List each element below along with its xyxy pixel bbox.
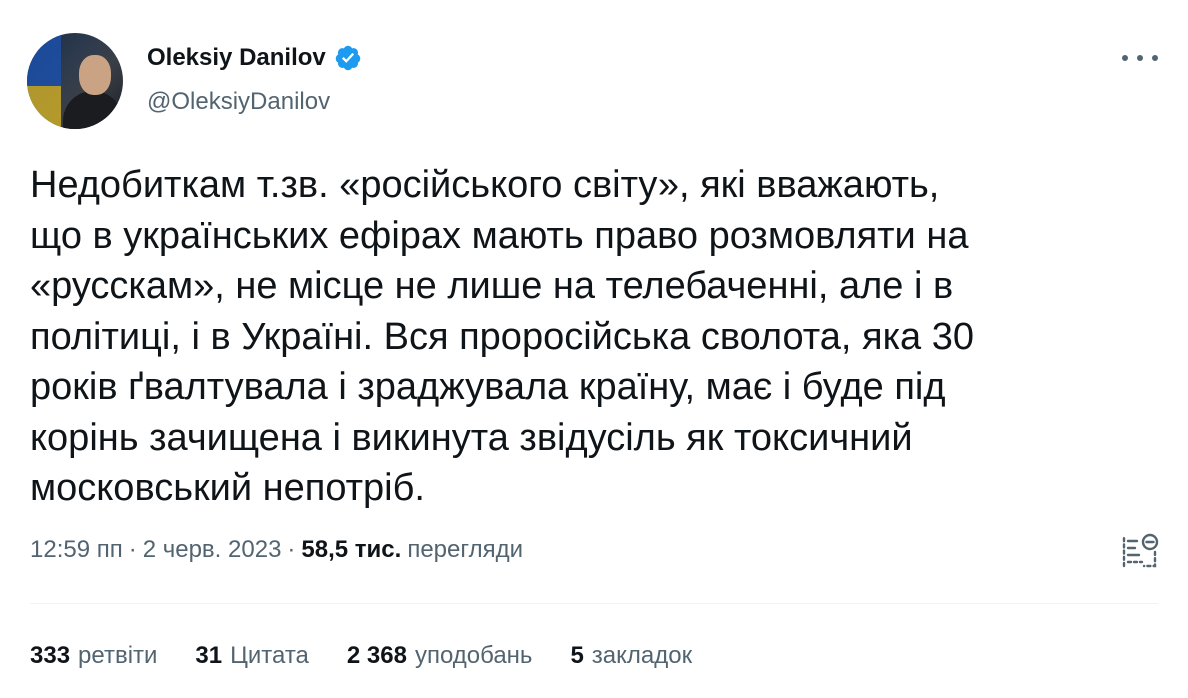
- avatar-flag: [27, 33, 61, 129]
- views-label: перегляди: [407, 536, 524, 563]
- likes-count: 2 368: [346, 642, 407, 669]
- more-dot: [1137, 55, 1143, 61]
- retweets-count: 333: [30, 642, 71, 669]
- more-dot: [1122, 55, 1128, 61]
- avatar-body: [63, 91, 123, 129]
- tweet-line: років ґвалтувала і зраджувала країну, ма…: [30, 366, 946, 408]
- retweets-stat[interactable]: 333 ретвіти: [30, 638, 157, 674]
- tweet-text: Недобиткам т.зв. «російського світу», як…: [30, 160, 1160, 514]
- tweet-date[interactable]: 2 черв. 2023: [143, 532, 282, 568]
- tweet-line: московський непотріб.: [30, 467, 425, 509]
- likes-label: уподобань: [414, 642, 533, 669]
- tweet-line: Недобиткам т.зв. «російського світу», як…: [30, 164, 940, 206]
- more-options-icon[interactable]: [1122, 48, 1158, 68]
- bookmarks-count: 5: [570, 642, 584, 669]
- likes-stat[interactable]: 2 368 уподобань: [347, 638, 533, 674]
- tweet-line: політиці, і в Україні. Вся проросійська …: [30, 315, 975, 358]
- tweet-line: корінь зачищена і викинута звідусіль як …: [30, 416, 913, 459]
- tweet-line: що в українських ефірах мають право розм…: [30, 214, 969, 257]
- analytics-icon[interactable]: [1120, 530, 1160, 570]
- quotes-count: 31: [195, 642, 223, 669]
- tweet-meta: 12:59 пп · 2 черв. 2023 · 58,5 тис. пере…: [30, 532, 523, 568]
- verified-badge-icon: [335, 45, 360, 71]
- author-handle[interactable]: @OleksiyDanilov: [147, 88, 330, 116]
- bookmarks-label: закладок: [591, 642, 693, 669]
- retweets-label: ретвіти: [78, 642, 158, 669]
- quotes-stat[interactable]: 31 Цитата: [195, 638, 308, 674]
- bookmarks-stat[interactable]: 5 закладок: [570, 638, 692, 674]
- quotes-label: Цитата: [230, 642, 309, 669]
- author-name[interactable]: Oleksiy Danilov: [147, 44, 326, 72]
- author-name-row: Oleksiy Danilov: [147, 44, 362, 72]
- divider: [30, 603, 1158, 604]
- avatar-head: [79, 55, 111, 95]
- more-dot: [1152, 55, 1158, 61]
- meta-separator: ·: [287, 536, 296, 563]
- engagement-stats: 333 ретвіти 31 Цитата 2 368 уподобань 5 …: [30, 638, 692, 674]
- meta-separator: ·: [128, 536, 137, 563]
- avatar[interactable]: [27, 33, 123, 129]
- tweet-time[interactable]: 12:59 пп: [30, 532, 123, 568]
- tweet-line: «русскам», не місце не лише на телебачен…: [30, 265, 954, 307]
- views-count: 58,5 тис.: [301, 536, 402, 563]
